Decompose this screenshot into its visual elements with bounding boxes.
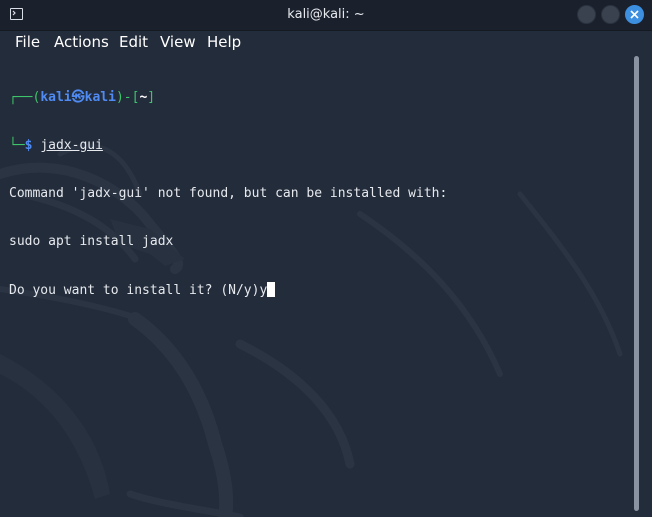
menu-view[interactable]: View — [160, 33, 196, 51]
title-bar[interactable]: kali@kali: ~ — [0, 0, 652, 31]
prompt-line-2: └─$ jadx-gui — [9, 138, 447, 154]
menu-edit[interactable]: Edit — [119, 33, 148, 51]
scrollbar[interactable] — [632, 54, 652, 517]
prompt-separator: )-[ — [115, 90, 140, 105]
close-button[interactable] — [625, 5, 644, 24]
terminal-area[interactable]: ┌──(kali㉿kali)-[~] └─$ jadx-gui Command … — [0, 54, 632, 517]
terminal-output: ┌──(kali㉿kali)-[~] └─$ jadx-gui Command … — [9, 58, 447, 330]
scrollbar-thumb[interactable] — [634, 56, 639, 511]
maximize-button[interactable] — [601, 5, 620, 24]
terminal-window: kali@kali: ~ File Actions Edit View Help — [0, 0, 652, 517]
menu-file[interactable]: File — [15, 33, 40, 51]
menu-actions[interactable]: Actions — [54, 33, 109, 51]
menu-help[interactable]: Help — [207, 33, 241, 51]
text-cursor — [267, 282, 276, 297]
input-line: Do you want to install it? (N/y)y — [9, 282, 447, 298]
prompt-line-1: ┌──(kali㉿kali)-[~] — [9, 90, 447, 106]
prompt-user: kali — [40, 90, 72, 105]
prompt-frame: ┌──( — [9, 90, 41, 105]
prompt-at-symbol: ㉿ — [71, 90, 85, 105]
output-line: sudo apt install jadx — [9, 234, 174, 249]
prompt-bracket: ] — [147, 90, 156, 105]
prompt-frame-bottom: └─ — [9, 138, 25, 153]
entered-command: jadx-gui — [40, 138, 103, 153]
prompt-host: kali — [84, 90, 116, 105]
menu-bar: File Actions Edit View Help — [0, 31, 652, 54]
prompt-dollar: $ — [24, 138, 33, 153]
minimize-button[interactable] — [577, 5, 596, 24]
window-title: kali@kali: ~ — [287, 7, 365, 22]
output-line: Command 'jadx-gui' not found, but can be… — [9, 186, 448, 201]
close-icon — [630, 10, 639, 19]
install-question: Do you want to install it? (N/y)y — [9, 283, 268, 298]
